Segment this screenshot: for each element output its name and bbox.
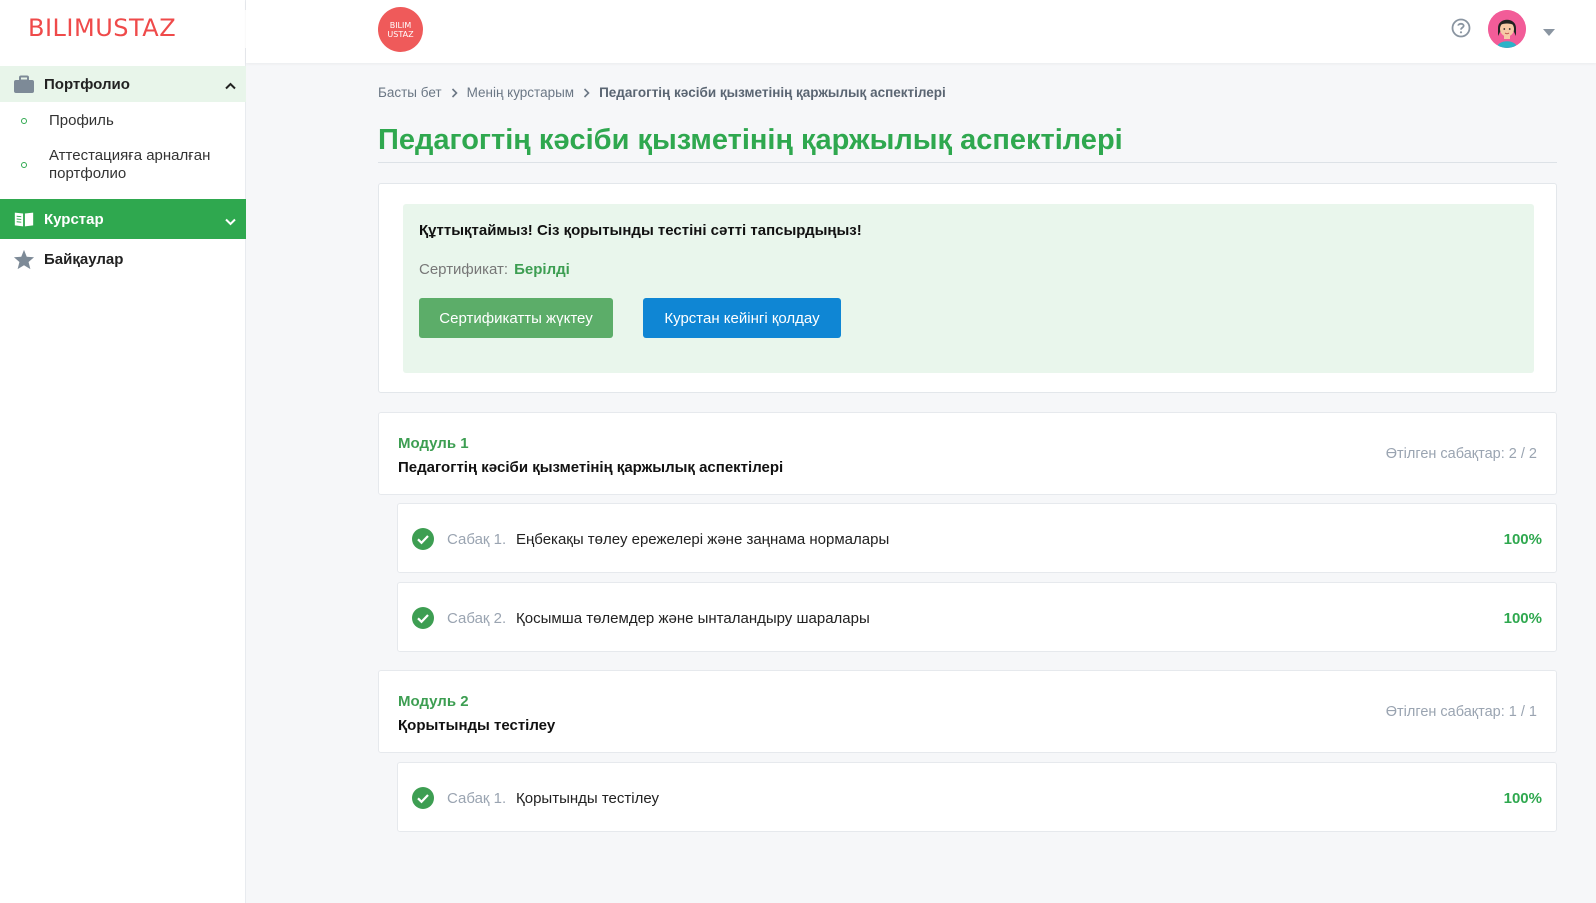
bullet-icon — [21, 162, 27, 168]
title-divider — [378, 162, 1557, 163]
breadcrumb: Басты бет Менің курстарым Педагогтің кәс… — [378, 85, 946, 100]
logo[interactable]: BILIMUSTAZ — [28, 14, 176, 42]
sidebar-subitem-profile[interactable]: Профиль — [0, 102, 246, 140]
top-bar: BILIM USTAZ — [246, 0, 1596, 63]
lesson-row[interactable]: Сабақ 2. Қосымша төлемдер және ынталанды… — [397, 582, 1557, 652]
sidebar-item-courses[interactable]: Курстар — [0, 199, 246, 239]
sidebar-item-label: Байқаулар — [44, 250, 124, 268]
breadcrumb-current: Педагогтің кәсіби қызметінің қаржылық ас… — [599, 85, 946, 100]
caret-down-icon[interactable] — [1542, 24, 1556, 42]
lesson-title: Қорытынды тестілеу — [516, 790, 660, 807]
module-progress: Өтілген сабақтар: 1 / 1 — [1385, 704, 1537, 720]
check-circle-icon — [412, 528, 434, 550]
brand-badge-line: USTAZ — [387, 29, 414, 39]
module-title: Қорытынды тестілеу — [398, 717, 556, 734]
download-certificate-button[interactable]: Сертификатты жүктеу — [419, 298, 613, 338]
sidebar-menu: Портфолио Профиль Аттестацияға арналған … — [0, 66, 246, 279]
lesson-number: Сабақ 2. — [447, 610, 507, 627]
brand-badge-line: BILIM — [389, 20, 412, 30]
module-card[interactable]: Модуль 1 Педагогтің кәсіби қызметінің қа… — [378, 412, 1557, 495]
lesson-number: Сабақ 1. — [447, 531, 507, 548]
lesson-title: Қосымша төлемдер және ынталандыру шарала… — [516, 610, 870, 627]
module-progress: Өтілген сабақтар: 2 / 2 — [1385, 446, 1537, 462]
lesson-title: Еңбекақы төлеу ережелері және заңнама но… — [516, 531, 890, 548]
chevron-right-icon — [583, 87, 590, 98]
sidebar-subitem-attestation-portfolio[interactable]: Аттестацияға арналған портфолио — [0, 140, 246, 190]
lesson-row[interactable]: Сабақ 1. Қорытынды тестілеу 100% — [397, 762, 1557, 832]
sidebar-item-label: Курстар — [44, 210, 104, 228]
brand-badge[interactable]: BILIM USTAZ — [378, 7, 423, 52]
user-avatar[interactable] — [1488, 10, 1526, 48]
lesson-row[interactable]: Сабақ 1. Еңбекақы төлеу ережелері және з… — [397, 503, 1557, 573]
breadcrumb-my-courses[interactable]: Менің курстарым — [467, 85, 575, 100]
breadcrumb-home[interactable]: Басты бет — [378, 85, 442, 100]
sidebar-item-competitions[interactable]: Байқаулар — [0, 239, 246, 279]
briefcase-icon — [13, 74, 35, 94]
post-course-support-button[interactable]: Курстан кейінгі қолдау — [643, 298, 841, 338]
check-circle-icon — [412, 787, 434, 809]
chevron-down-icon — [225, 213, 236, 230]
lesson-percent: 100% — [1503, 790, 1542, 807]
chevron-right-icon — [451, 87, 458, 98]
module-title: Педагогтің кәсіби қызметінің қаржылық ас… — [398, 459, 784, 476]
certificate-card: Құттықтаймыз! Сіз қорытынды тестіні сәтт… — [378, 183, 1557, 393]
sidebar-subitem-label: Аттестацияға арналған портфолио — [49, 147, 211, 182]
sidebar: BILIMUSTAZ Портфолио Профиль Аттестацияғ… — [0, 0, 246, 903]
lesson-percent: 100% — [1503, 531, 1542, 548]
sidebar-item-portfolio[interactable]: Портфолио — [0, 66, 246, 102]
module-number: Модуль 2 — [398, 693, 469, 710]
chevron-up-icon — [225, 77, 236, 94]
sidebar-subitem-label: Профиль — [49, 112, 114, 129]
module-card[interactable]: Модуль 2 Қорытынды тестілеу Өтілген саба… — [378, 670, 1557, 753]
help-icon[interactable] — [1451, 18, 1471, 38]
page-title: Педагогтің кәсіби қызметінің қаржылық ас… — [378, 124, 1123, 156]
check-circle-icon — [412, 607, 434, 629]
certificate-panel: Құттықтаймыз! Сіз қорытынды тестіні сәтт… — [403, 204, 1534, 373]
sidebar-item-label: Портфолио — [44, 75, 130, 93]
star-icon — [13, 249, 35, 270]
book-icon — [13, 209, 35, 229]
lesson-percent: 100% — [1503, 610, 1542, 627]
certificate-status-label: Сертификат: — [419, 261, 509, 278]
certificate-status: Сертификат: Берілді — [419, 261, 570, 278]
bullet-icon — [21, 118, 27, 124]
lesson-number: Сабақ 1. — [447, 790, 507, 807]
congrats-message: Құттықтаймыз! Сіз қорытынды тестіні сәтт… — [419, 222, 862, 239]
certificate-status-value: Берілді — [514, 261, 570, 278]
module-number: Модуль 1 — [398, 435, 469, 452]
